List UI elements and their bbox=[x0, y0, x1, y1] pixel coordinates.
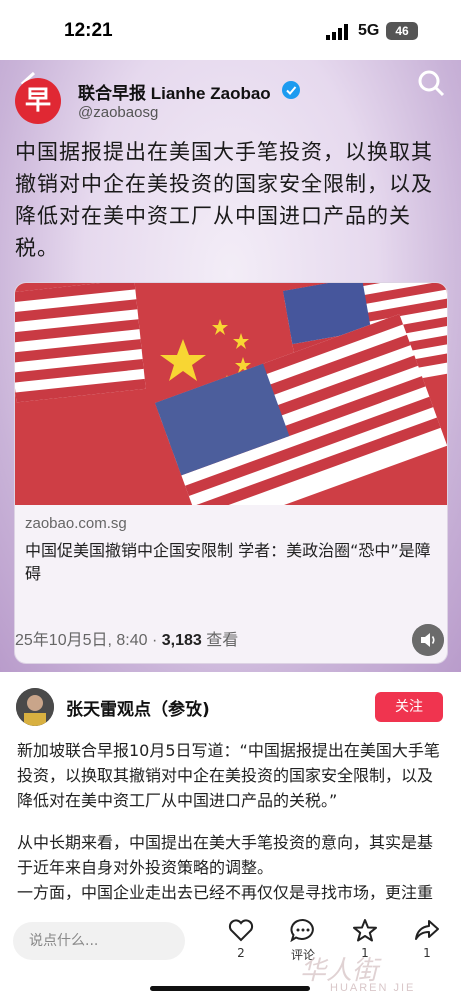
comment-icon bbox=[290, 918, 314, 942]
network-type: 5G bbox=[358, 22, 380, 39]
search-icon[interactable] bbox=[416, 68, 446, 98]
share-count: 1 bbox=[423, 946, 431, 960]
verified-badge-icon bbox=[282, 81, 300, 99]
signal-icon bbox=[326, 24, 348, 40]
zaobao-logo: 早 bbox=[15, 78, 61, 124]
video-player[interactable]: 早 联合早报 Lianhe Zaobao @zaobaosg 中国据报提出在美国… bbox=[0, 60, 461, 672]
account-name: 联合早报 Lianhe Zaobao bbox=[78, 84, 271, 103]
post-paragraph: 新加坡联合早报10月5日写道：“中国据报提出在美国大手笔投资，以换取其撤销对中企… bbox=[17, 741, 440, 810]
author-avatar[interactable] bbox=[16, 688, 54, 726]
share-icon bbox=[415, 920, 439, 940]
comment-input[interactable]: 说点什么... bbox=[13, 922, 185, 960]
flags-image bbox=[15, 283, 447, 505]
follow-button[interactable]: 关注 bbox=[375, 692, 443, 722]
tweet-date: 25年10月5日, 8:40 · bbox=[15, 632, 162, 649]
views-count: 3,183 bbox=[161, 632, 202, 649]
watermark-sub: HUAREN JIE bbox=[330, 982, 416, 994]
share-button[interactable]: 1 bbox=[407, 918, 447, 960]
status-time: 12:21 bbox=[64, 20, 113, 41]
home-indicator bbox=[150, 986, 310, 991]
bottom-action-bar: 说点什么... 2 评论 1 1 华人街 HUAREN JIE bbox=[0, 906, 461, 1000]
like-button[interactable]: 2 bbox=[221, 918, 261, 960]
star-icon bbox=[353, 919, 377, 942]
heart-icon bbox=[228, 919, 254, 942]
like-count: 2 bbox=[237, 946, 245, 960]
views-label: 查看 bbox=[201, 632, 239, 649]
battery-icon: 46 bbox=[386, 22, 418, 40]
tweet-meta: 25年10月5日, 8:40 · 3,183 查看 bbox=[15, 626, 238, 650]
link-card[interactable]: zaobao.com.sg 中国促美国撤销中企国安限制 学者：美政治圈“恐中”是… bbox=[14, 282, 448, 664]
status-bar: 12:21 5G 46 bbox=[0, 0, 461, 60]
tweet-text: 中国据报提出在美国大手笔投资，以换取其撤销对中企在美投资的国家安全限制，以及降低… bbox=[15, 140, 433, 260]
author-name[interactable]: 张天雷观点（参攷) bbox=[66, 695, 210, 720]
account-handle: @zaobaosg bbox=[78, 104, 159, 121]
link-domain: zaobao.com.sg bbox=[25, 515, 127, 532]
speaker-icon[interactable] bbox=[412, 624, 444, 656]
post-body: 新加坡联合早报10月5日写道：“中国据报提出在美国大手笔投资，以换取其撤销对中企… bbox=[17, 738, 447, 922]
post-paragraph: 从中长期来看，中国提出在美大手笔投资的意向，其实是基于近年来自身对外投资策略的调… bbox=[17, 833, 434, 877]
post-paragraph: 一方面，中国企业走出去已经不再仅仅是寻找市场，更注重 bbox=[17, 883, 434, 902]
link-title: 中国促美国撤销中企国安限制 学者：美政治圈“恐中”是障碍 bbox=[25, 541, 431, 583]
